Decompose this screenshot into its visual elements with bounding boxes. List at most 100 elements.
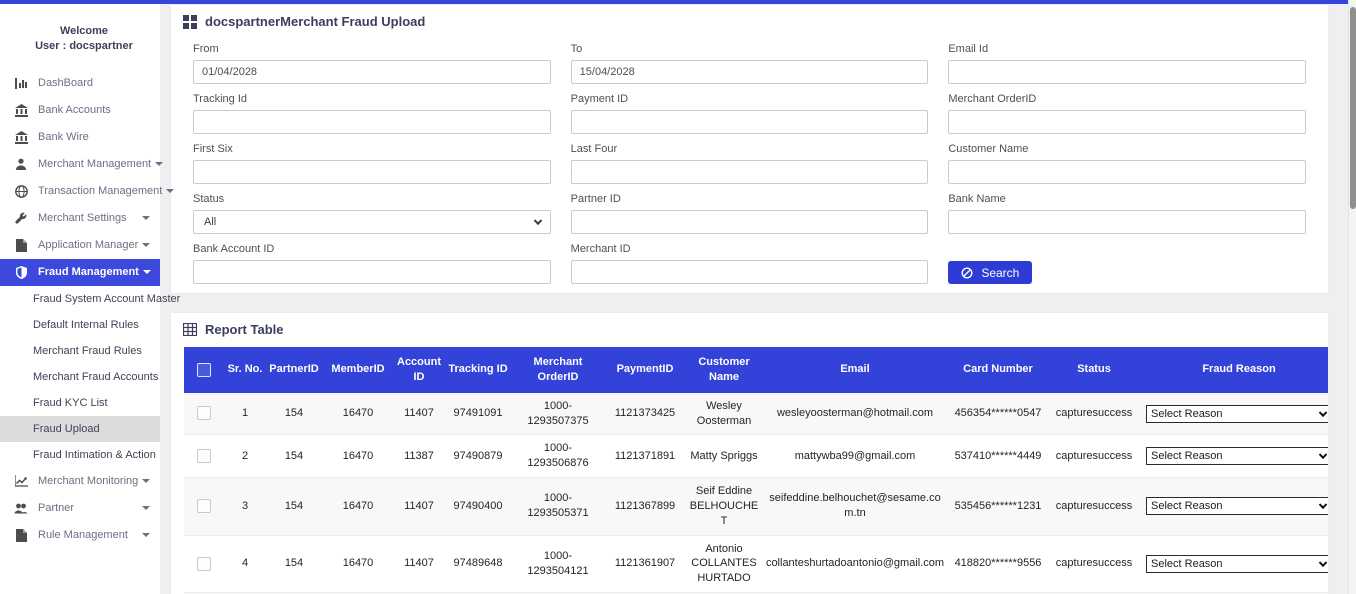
cell-card-number: 418820******9556	[948, 535, 1048, 593]
sidebar-item-bank-accounts[interactable]: Bank Accounts	[0, 97, 160, 124]
globe-icon	[14, 184, 28, 198]
col-customer-name: Customer Name	[686, 347, 762, 393]
chevron-down-icon	[155, 162, 163, 166]
first-six-label: First Six	[193, 143, 551, 155]
cell-fraud-reason: Select Reason	[1140, 435, 1329, 478]
last-four-input[interactable]	[571, 160, 929, 184]
chevron-down-icon	[142, 506, 150, 510]
cell-fraud-reason: Select Reason	[1140, 393, 1329, 435]
status-label: Status	[193, 193, 551, 205]
submenu-item-fraud-system-account-master[interactable]: Fraud System Account Master	[0, 286, 160, 312]
submenu-item-fraud-upload[interactable]: Fraud Upload	[0, 416, 160, 442]
line-chart-icon	[14, 474, 28, 488]
partner-id-label: Partner ID	[571, 193, 929, 205]
field-bank-account-id: Bank Account ID	[193, 243, 551, 284]
cell-member-id: 16470	[322, 435, 394, 478]
row-checkbox[interactable]	[197, 449, 211, 463]
page-title: docspartnerMerchant Fraud Upload	[205, 14, 425, 29]
sidebar-item-application-manager[interactable]: Application Manager	[0, 232, 160, 259]
field-payment-id: Payment ID	[571, 93, 929, 134]
row-checkbox[interactable]	[197, 406, 211, 420]
file-icon	[14, 528, 28, 542]
first-six-input[interactable]	[193, 160, 551, 184]
to-input[interactable]	[571, 60, 929, 84]
sidebar-item-merchant-management[interactable]: Merchant Management	[0, 151, 160, 178]
cell-status: capturesuccess	[1048, 478, 1140, 536]
sidebar-item-rule-management[interactable]: Rule Management	[0, 522, 160, 549]
cell-email: mattywba99@gmail.com	[762, 435, 948, 478]
payment-id-input[interactable]	[571, 110, 929, 134]
submenu-item-merchant-fraud-accounts[interactable]: Merchant Fraud Accounts	[0, 364, 160, 390]
cell-tracking-id: 97489648	[444, 535, 512, 593]
cell-account-id: 11407	[394, 393, 444, 435]
submenu-item-merchant-fraud-rules[interactable]: Merchant Fraud Rules	[0, 338, 160, 364]
cell-customer-name: Matty Spriggs	[686, 435, 762, 478]
vertical-scrollbar[interactable]	[1348, 0, 1356, 594]
fraud-reason-select[interactable]: Select Reason	[1146, 447, 1329, 465]
cell-status: capturesuccess	[1048, 535, 1140, 593]
fraud-reason-select[interactable]: Select Reason	[1146, 497, 1329, 515]
customer-name-input[interactable]	[948, 160, 1306, 184]
search-button[interactable]: Search	[948, 261, 1032, 284]
fraud-reason-select[interactable]: Select Reason	[1146, 555, 1329, 573]
cell-sr-no: 1	[224, 393, 266, 435]
scrollbar-thumb[interactable]	[1350, 7, 1356, 209]
sidebar-item-fraud-management[interactable]: Fraud Management	[0, 259, 160, 286]
col-partner-id: PartnerID	[266, 347, 322, 393]
email-id-input[interactable]	[948, 60, 1306, 84]
merchant-id-input[interactable]	[571, 260, 929, 284]
col-member-id: MemberID	[322, 347, 394, 393]
submenu-item-fraud-kyc-list[interactable]: Fraud KYC List	[0, 390, 160, 416]
sidebar-item-label: Merchant Monitoring	[38, 475, 138, 487]
sidebar-item-transaction-management[interactable]: Transaction Management	[0, 178, 160, 205]
cell-sr-no: 2	[224, 435, 266, 478]
sidebar-item-partner[interactable]: Partner	[0, 495, 160, 522]
sidebar-item-merchant-monitoring[interactable]: Merchant Monitoring	[0, 468, 160, 495]
cell-customer-name: Wesley Oosterman	[686, 393, 762, 435]
table-row: 1 154 16470 11407 97491091 1000-12935073…	[184, 393, 1329, 435]
cell-customer-name: Antonio COLLANTES HURTADO	[686, 535, 762, 593]
cell-account-id: 11407	[394, 478, 444, 536]
cell-member-id: 16470	[322, 535, 394, 593]
col-merchant-order-id: Merchant OrderID	[512, 347, 604, 393]
merchant-orderid-input[interactable]	[948, 110, 1306, 134]
cell-customer-name: Seif Eddine BELHOUCHET	[686, 478, 762, 536]
cell-status: capturesuccess	[1048, 435, 1140, 478]
row-checkbox[interactable]	[197, 499, 211, 513]
grid-icon	[183, 15, 197, 29]
report-title-row: Report Table	[171, 313, 1328, 337]
bank-account-id-input[interactable]	[193, 260, 551, 284]
col-payment-id: PaymentID	[604, 347, 686, 393]
cell-account-id: 11387	[394, 435, 444, 478]
report-table-wrap: Sr. No. PartnerID MemberID Account ID Tr…	[171, 337, 1328, 594]
sidebar-menu: DashBoard Bank Accounts Bank Wire Mercha…	[0, 70, 160, 549]
cell-merchant-order-id: 1000-1293504121	[512, 535, 604, 593]
sidebar-item-merchant-settings[interactable]: Merchant Settings	[0, 205, 160, 232]
chevron-down-icon	[143, 270, 151, 274]
report-table: Sr. No. PartnerID MemberID Account ID Tr…	[184, 347, 1329, 594]
tracking-id-input[interactable]	[193, 110, 551, 134]
submenu-item-fraud-intimation-action[interactable]: Fraud Intimation & Action	[0, 442, 160, 468]
field-from: From	[193, 43, 551, 84]
partner-id-input[interactable]	[571, 210, 929, 234]
chevron-down-icon	[142, 479, 150, 483]
cell-payment-id: 1121373425	[604, 393, 686, 435]
row-checkbox[interactable]	[197, 557, 211, 571]
email-id-label: Email Id	[948, 43, 1306, 55]
field-email-id: Email Id	[948, 43, 1306, 84]
bank-name-input[interactable]	[948, 210, 1306, 234]
submenu-item-default-internal-rules[interactable]: Default Internal Rules	[0, 312, 160, 338]
select-all-checkbox[interactable]	[197, 363, 211, 377]
tracking-id-label: Tracking Id	[193, 93, 551, 105]
sidebar-item-dashboard[interactable]: DashBoard	[0, 70, 160, 97]
search-cell: Search	[948, 243, 1306, 284]
sidebar-item-bank-wire[interactable]: Bank Wire	[0, 124, 160, 151]
fraud-reason-select[interactable]: Select Reason	[1146, 405, 1329, 423]
cell-sr-no: 3	[224, 478, 266, 536]
field-merchant-id: Merchant ID	[571, 243, 929, 284]
status-select[interactable]: All	[193, 210, 551, 234]
from-input[interactable]	[193, 60, 551, 84]
sidebar-item-label: Bank Accounts	[38, 104, 150, 116]
col-account-id: Account ID	[394, 347, 444, 393]
col-email: Email	[762, 347, 948, 393]
